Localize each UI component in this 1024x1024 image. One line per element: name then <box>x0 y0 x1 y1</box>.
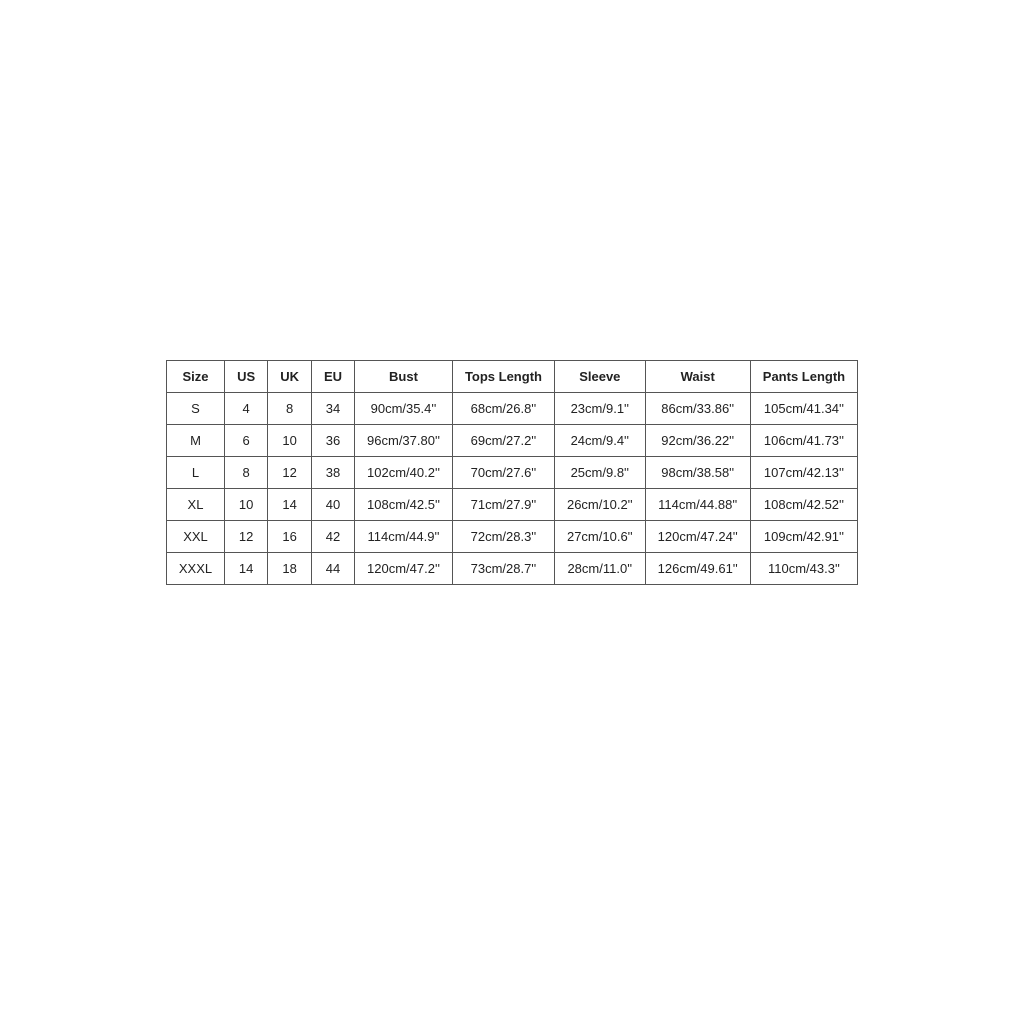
table-row: L81238102cm/40.2''70cm/27.6''25cm/9.8''9… <box>166 456 857 488</box>
cell-pants_length-2: 107cm/42.13'' <box>750 456 857 488</box>
cell-tops_length-3: 71cm/27.9'' <box>452 488 554 520</box>
table-row: XL101440108cm/42.5''71cm/27.9''26cm/10.2… <box>166 488 857 520</box>
cell-size-3: XL <box>166 488 224 520</box>
cell-bust-5: 120cm/47.2'' <box>355 552 453 584</box>
cell-tops_length-2: 70cm/27.6'' <box>452 456 554 488</box>
col-header-size: Size <box>166 360 224 392</box>
col-header-waist: Waist <box>645 360 750 392</box>
cell-waist-5: 126cm/49.61'' <box>645 552 750 584</box>
cell-size-1: M <box>166 424 224 456</box>
table-header-row: Size US UK EU Bust Tops Length Sleeve Wa… <box>166 360 857 392</box>
table-row: XXXL141844120cm/47.2''73cm/28.7''28cm/11… <box>166 552 857 584</box>
cell-uk-2: 12 <box>268 456 312 488</box>
cell-bust-1: 96cm/37.80'' <box>355 424 453 456</box>
cell-sleeve-4: 27cm/10.6'' <box>554 520 645 552</box>
cell-us-0: 4 <box>225 392 268 424</box>
cell-uk-5: 18 <box>268 552 312 584</box>
cell-tops_length-1: 69cm/27.2'' <box>452 424 554 456</box>
cell-pants_length-5: 110cm/43.3'' <box>750 552 857 584</box>
cell-waist-3: 114cm/44.88'' <box>645 488 750 520</box>
col-header-sleeve: Sleeve <box>554 360 645 392</box>
cell-us-3: 10 <box>225 488 268 520</box>
cell-eu-2: 38 <box>311 456 354 488</box>
cell-bust-2: 102cm/40.2'' <box>355 456 453 488</box>
col-header-pants-length: Pants Length <box>750 360 857 392</box>
cell-bust-3: 108cm/42.5'' <box>355 488 453 520</box>
cell-size-0: S <box>166 392 224 424</box>
cell-waist-2: 98cm/38.58'' <box>645 456 750 488</box>
cell-us-2: 8 <box>225 456 268 488</box>
cell-eu-3: 40 <box>311 488 354 520</box>
cell-pants_length-3: 108cm/42.52'' <box>750 488 857 520</box>
size-chart-table: Size US UK EU Bust Tops Length Sleeve Wa… <box>166 360 858 585</box>
table-row: XXL121642114cm/44.9''72cm/28.3''27cm/10.… <box>166 520 857 552</box>
cell-eu-4: 42 <box>311 520 354 552</box>
col-header-us: US <box>225 360 268 392</box>
cell-eu-0: 34 <box>311 392 354 424</box>
cell-size-2: L <box>166 456 224 488</box>
cell-pants_length-0: 105cm/41.34'' <box>750 392 857 424</box>
cell-size-5: XXXL <box>166 552 224 584</box>
cell-sleeve-0: 23cm/9.1'' <box>554 392 645 424</box>
cell-eu-1: 36 <box>311 424 354 456</box>
cell-uk-4: 16 <box>268 520 312 552</box>
table-row: S483490cm/35.4''68cm/26.8''23cm/9.1''86c… <box>166 392 857 424</box>
cell-tops_length-0: 68cm/26.8'' <box>452 392 554 424</box>
cell-sleeve-3: 26cm/10.2'' <box>554 488 645 520</box>
col-header-eu: EU <box>311 360 354 392</box>
size-chart-container: Size US UK EU Bust Tops Length Sleeve Wa… <box>166 360 858 585</box>
cell-waist-4: 120cm/47.24'' <box>645 520 750 552</box>
cell-sleeve-2: 25cm/9.8'' <box>554 456 645 488</box>
cell-bust-4: 114cm/44.9'' <box>355 520 453 552</box>
cell-pants_length-1: 106cm/41.73'' <box>750 424 857 456</box>
cell-bust-0: 90cm/35.4'' <box>355 392 453 424</box>
cell-eu-5: 44 <box>311 552 354 584</box>
cell-tops_length-5: 73cm/28.7'' <box>452 552 554 584</box>
cell-us-5: 14 <box>225 552 268 584</box>
cell-uk-1: 10 <box>268 424 312 456</box>
cell-us-1: 6 <box>225 424 268 456</box>
cell-size-4: XXL <box>166 520 224 552</box>
cell-tops_length-4: 72cm/28.3'' <box>452 520 554 552</box>
cell-uk-3: 14 <box>268 488 312 520</box>
cell-waist-1: 92cm/36.22'' <box>645 424 750 456</box>
cell-pants_length-4: 109cm/42.91'' <box>750 520 857 552</box>
col-header-uk: UK <box>268 360 312 392</box>
col-header-bust: Bust <box>355 360 453 392</box>
cell-us-4: 12 <box>225 520 268 552</box>
cell-waist-0: 86cm/33.86'' <box>645 392 750 424</box>
table-row: M6103696cm/37.80''69cm/27.2''24cm/9.4''9… <box>166 424 857 456</box>
col-header-tops-length: Tops Length <box>452 360 554 392</box>
cell-uk-0: 8 <box>268 392 312 424</box>
cell-sleeve-5: 28cm/11.0'' <box>554 552 645 584</box>
cell-sleeve-1: 24cm/9.4'' <box>554 424 645 456</box>
